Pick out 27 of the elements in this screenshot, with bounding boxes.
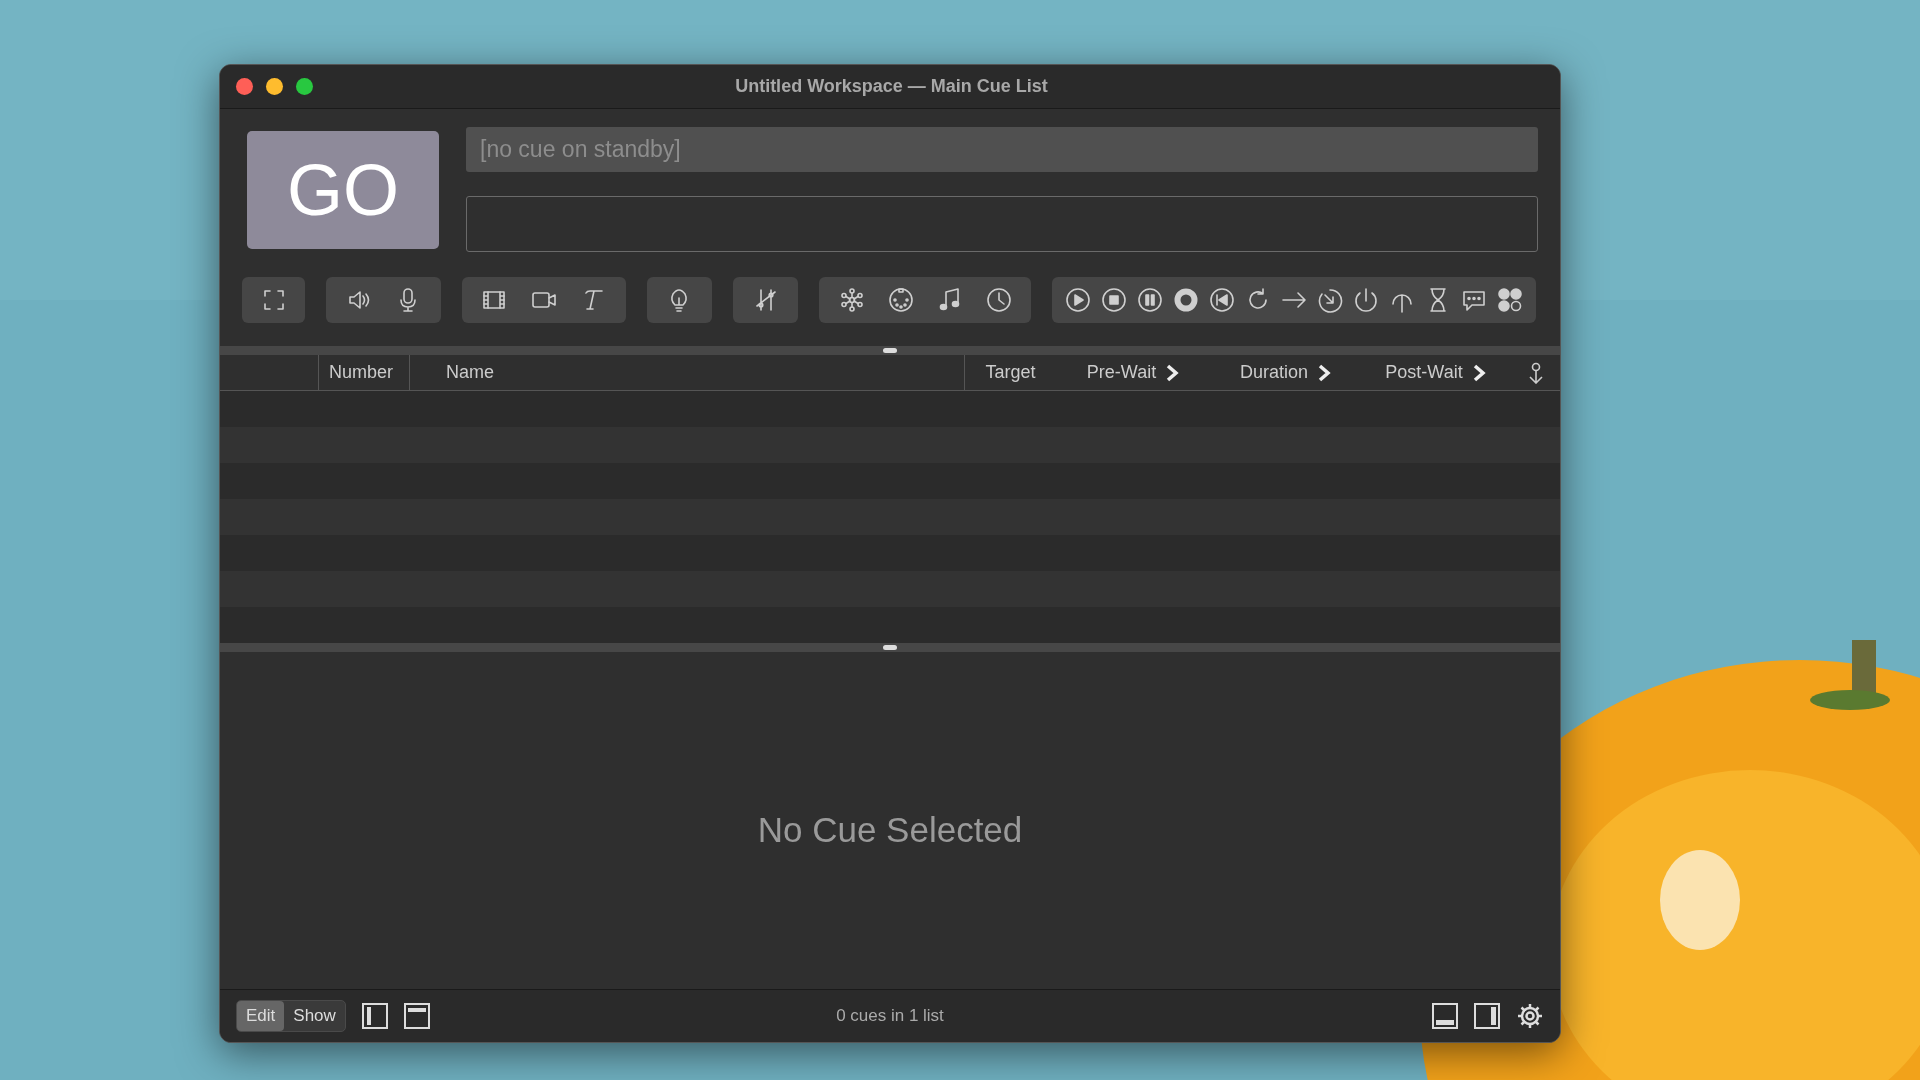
close-button[interactable] <box>236 78 253 95</box>
status-text: 0 cues in 1 list <box>836 1005 944 1028</box>
anchor-icon[interactable] <box>1527 361 1544 384</box>
chevron-icon[interactable] <box>1166 363 1181 382</box>
minimize-button[interactable] <box>266 78 283 95</box>
zoom-button[interactable] <box>296 78 313 95</box>
grip-handle[interactable] <box>883 645 897 650</box>
notes-field[interactable] <box>466 196 1538 252</box>
window-title: Untitled Workspace — Main Cue List <box>735 75 1048 98</box>
column-header[interactable]: Pre-Wait <box>1086 359 1157 386</box>
column-header[interactable]: Name <box>446 359 494 386</box>
chevron-icon[interactable] <box>1472 363 1487 382</box>
grip-handle[interactable] <box>883 348 897 353</box>
settings-icon[interactable] <box>1516 1002 1544 1030</box>
panel-right-icon[interactable] <box>1474 1003 1500 1029</box>
panel-bottom-icon[interactable] <box>1432 1003 1458 1029</box>
empty-message: No Cue Selected <box>757 809 1023 852</box>
mode-tab[interactable]: Edit <box>237 1001 285 1031</box>
mode-tab[interactable]: Show <box>284 1001 345 1031</box>
column-header[interactable]: Number <box>329 359 394 386</box>
column-header[interactable]: Duration <box>1239 359 1308 386</box>
sidebar-left-icon[interactable] <box>361 1003 388 1029</box>
standby-field[interactable]: [no cue on standby] <box>466 127 1538 172</box>
chevron-icon[interactable] <box>1318 363 1332 382</box>
panel-top-icon[interactable] <box>403 1003 430 1029</box>
column-header[interactable]: Post-Wait <box>1385 359 1463 386</box>
column-header[interactable]: Target <box>985 359 1036 386</box>
